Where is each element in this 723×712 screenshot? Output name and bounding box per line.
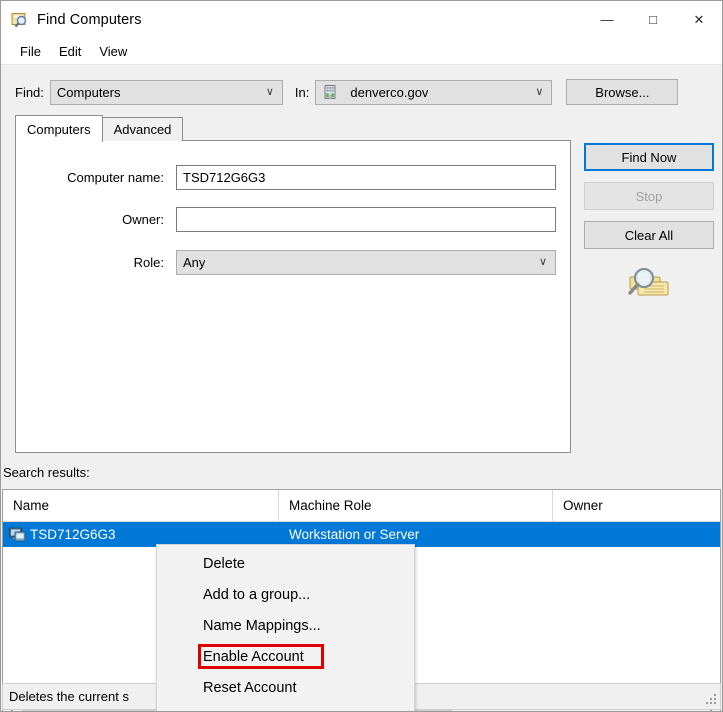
find-type-value: Computers xyxy=(56,84,121,100)
action-buttons: Find Now Stop Clear All xyxy=(584,143,714,307)
menu-bar: File Edit View xyxy=(1,38,722,65)
context-menu-item-reset-account[interactable]: Reset Account xyxy=(157,672,414,703)
window-title: Find Computers xyxy=(37,11,142,28)
menu-view[interactable]: View xyxy=(90,41,136,62)
tab-advanced[interactable]: Advanced xyxy=(101,117,184,141)
find-now-button[interactable]: Find Now xyxy=(584,143,714,171)
context-menu-item-add-to-a-group[interactable]: Add to a group... xyxy=(157,579,414,610)
search-results-label: Search results: xyxy=(3,465,90,480)
owner-label: Owner: xyxy=(122,211,164,227)
title-bar: Find Computers — □ ✕ xyxy=(1,1,722,38)
find-computers-icon xyxy=(11,11,29,29)
close-button[interactable]: ✕ xyxy=(676,1,722,38)
in-label: In: xyxy=(294,84,310,100)
owner-input[interactable] xyxy=(176,206,556,232)
maximize-button[interactable]: □ xyxy=(630,1,676,38)
context-menu-item-enable-account-label: Enable Account xyxy=(203,648,304,665)
context-menu-item-delete[interactable]: Delete xyxy=(157,548,414,579)
clear-all-button[interactable]: Clear All xyxy=(584,221,714,249)
role-value: Any xyxy=(183,254,206,270)
results-header: Name Machine Role Owner xyxy=(3,490,720,522)
result-machine-role-cell: Workstation or Server xyxy=(289,527,420,542)
column-header-name[interactable]: Name xyxy=(3,490,279,521)
computers-tab-panel: Computer name: TSD712G6G3 Owner: Role: A… xyxy=(15,140,571,453)
role-row: Role: Any ∨ xyxy=(16,249,570,275)
computer-name-label: Computer name: xyxy=(67,169,164,185)
owner-row: Owner: xyxy=(16,206,570,232)
scope-row: Find: Computers ∨ In: denverco.gov ∨ Bro… xyxy=(1,77,722,107)
resize-grip-icon[interactable] xyxy=(705,694,717,706)
in-scope-dropdown[interactable]: denverco.gov ∨ xyxy=(315,79,553,105)
chevron-down-icon: ∨ xyxy=(538,255,547,268)
stop-button[interactable]: Stop xyxy=(584,182,714,210)
context-menu-item-move[interactable]: Move... xyxy=(157,703,414,712)
domain-icon xyxy=(322,84,338,100)
column-header-owner[interactable]: Owner xyxy=(553,490,720,521)
result-name-text: TSD712G6G3 xyxy=(30,527,116,542)
menu-file[interactable]: File xyxy=(11,41,50,62)
find-label: Find: xyxy=(15,84,44,100)
role-label: Role: xyxy=(133,254,164,270)
find-type-dropdown[interactable]: Computers ∨ xyxy=(49,79,283,105)
in-scope-value: denverco.gov xyxy=(350,84,429,100)
status-text: Deletes the current s xyxy=(9,689,129,704)
minimize-button[interactable]: — xyxy=(584,1,630,38)
menu-edit[interactable]: Edit xyxy=(50,41,90,62)
window-body: Find: Computers ∨ In: denverco.gov ∨ Bro… xyxy=(1,65,722,711)
column-header-machine-role[interactable]: Machine Role xyxy=(279,490,553,521)
chevron-down-icon: ∨ xyxy=(535,85,544,98)
tab-strip: Computers Advanced xyxy=(15,115,571,142)
role-dropdown[interactable]: Any ∨ xyxy=(176,249,556,275)
chevron-down-icon: ∨ xyxy=(265,85,274,98)
window-controls: — □ ✕ xyxy=(584,1,722,38)
search-magnifier-icon xyxy=(622,261,676,307)
tab-computers[interactable]: Computers xyxy=(15,115,103,142)
browse-button[interactable]: Browse... xyxy=(566,79,679,105)
context-menu-item-enable-account[interactable]: Enable Account xyxy=(157,641,414,672)
find-computers-window: Find Computers — □ ✕ File Edit View Find… xyxy=(0,0,723,712)
context-menu-item-name-mappings[interactable]: Name Mappings... xyxy=(157,610,414,641)
result-name-cell: TSD712G6G3 xyxy=(3,527,279,542)
context-menu: Delete Add to a group... Name Mappings..… xyxy=(156,544,415,712)
computer-icon xyxy=(9,527,26,542)
computer-name-input[interactable]: TSD712G6G3 xyxy=(176,164,556,190)
computer-name-row: Computer name: TSD712G6G3 xyxy=(16,164,570,190)
